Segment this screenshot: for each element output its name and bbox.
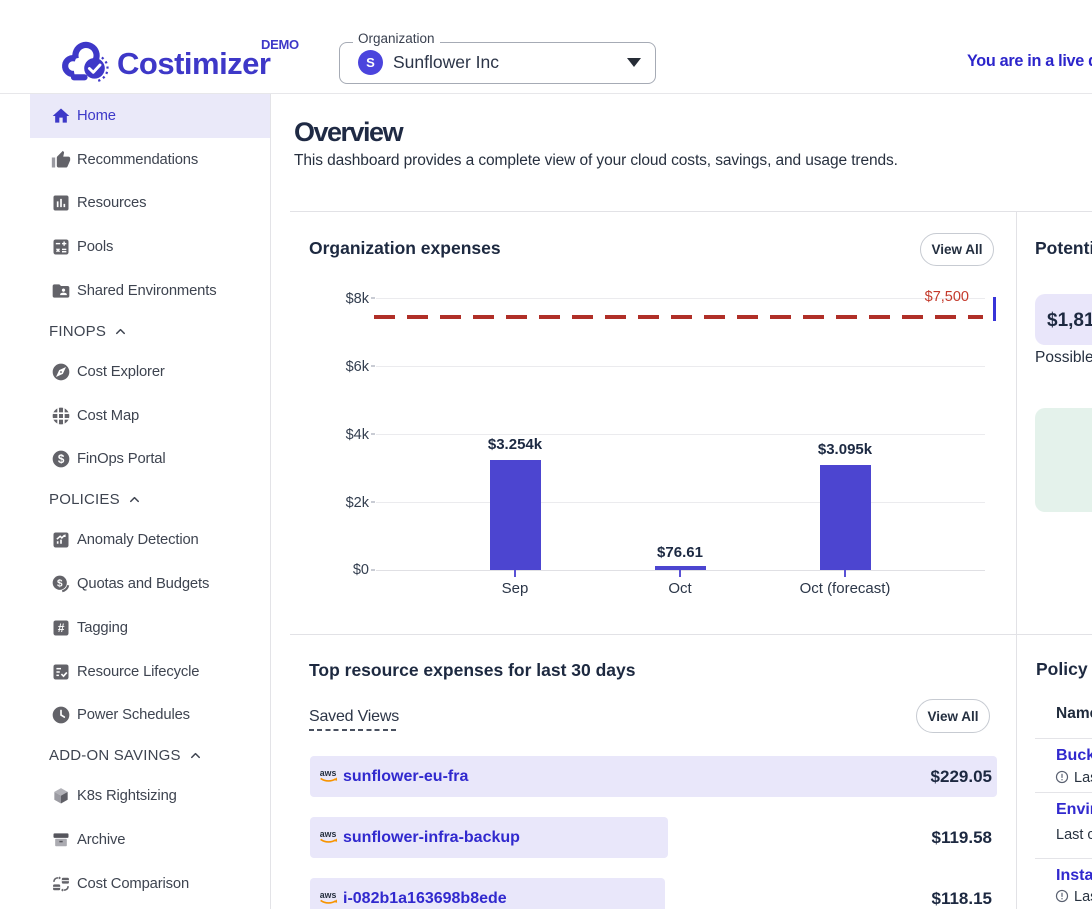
svg-text:aws: aws: [320, 829, 337, 839]
svg-text:aws: aws: [320, 890, 337, 900]
svg-text:aws: aws: [320, 768, 337, 778]
svg-text:#: #: [58, 621, 65, 635]
svg-text:$: $: [57, 579, 63, 590]
svg-text:$: $: [58, 454, 65, 467]
